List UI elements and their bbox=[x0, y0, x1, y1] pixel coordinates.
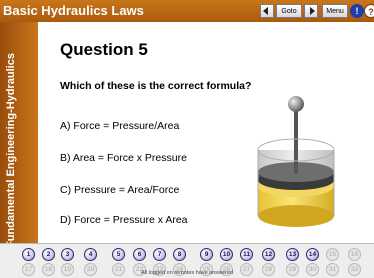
goto-button[interactable]: Goto bbox=[276, 4, 302, 18]
question-nav-button[interactable]: 8 bbox=[173, 248, 186, 261]
question-nav-button[interactable]: 2 bbox=[42, 248, 55, 261]
question-nav-button[interactable]: 6 bbox=[133, 248, 146, 261]
prev-arrow-button[interactable] bbox=[260, 4, 274, 18]
question-nav-button[interactable]: 9 bbox=[200, 248, 213, 261]
question-nav-button[interactable]: 12 bbox=[262, 248, 275, 261]
menu-button[interactable]: Menu bbox=[322, 4, 348, 18]
next-arrow-button[interactable] bbox=[304, 4, 318, 18]
hydraulic-piston-illustration bbox=[257, 96, 335, 227]
question-nav-button[interactable]: 5 bbox=[112, 248, 125, 261]
question-nav-button[interactable]: 16 bbox=[348, 248, 361, 261]
title-bar: Basic Hydraulics Laws Goto Menu ! ? bbox=[0, 0, 374, 23]
question-nav-button[interactable]: 3 bbox=[61, 248, 74, 261]
app-title: Basic Hydraulics Laws bbox=[3, 3, 144, 18]
question-nav-button[interactable]: 1 bbox=[22, 248, 35, 261]
sidebar: Fundamental Engineering-Hydraulics bbox=[0, 22, 38, 248]
question-nav-button[interactable]: 13 bbox=[286, 248, 299, 261]
question-text: Which of these is the correct formula? bbox=[60, 80, 252, 92]
question-nav-button[interactable]: 7 bbox=[153, 248, 166, 261]
arrow-left-icon bbox=[263, 7, 268, 15]
arrow-right-icon bbox=[310, 7, 315, 15]
question-title: Question 5 bbox=[60, 40, 148, 59]
question-nav-button[interactable]: 14 bbox=[306, 248, 319, 261]
answer-option-a[interactable]: A) Force = Pressure/Area bbox=[60, 120, 179, 132]
answer-option-d[interactable]: D) Force = Pressure x Area bbox=[60, 214, 188, 226]
question-nav-button[interactable]: 10 bbox=[220, 248, 233, 261]
help-icon[interactable]: ? bbox=[364, 4, 374, 18]
course-title: Fundamental Engineering-Hydraulics bbox=[5, 53, 17, 248]
answer-option-b[interactable]: B) Area = Force x Pressure bbox=[60, 152, 187, 164]
question-nav-button[interactable]: 11 bbox=[240, 248, 253, 261]
status-text: All logged on remotes have answered bbox=[140, 270, 234, 276]
question-nav-button[interactable]: 15 bbox=[326, 248, 339, 261]
question-nav-button[interactable]: 4 bbox=[84, 248, 97, 261]
answer-option-c[interactable]: C) Pressure = Area/Force bbox=[60, 184, 179, 196]
info-icon[interactable]: ! bbox=[350, 4, 364, 18]
